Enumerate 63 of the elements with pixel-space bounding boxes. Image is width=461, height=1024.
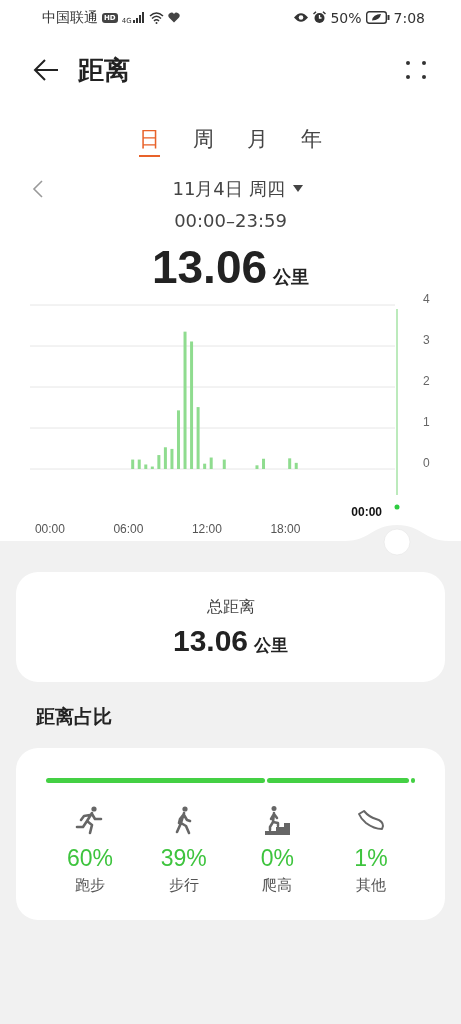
summary-label: 总距离 <box>206 596 255 618</box>
wifi-icon <box>148 11 164 24</box>
heart-icon <box>167 12 180 23</box>
share-percent: 60% <box>66 845 113 872</box>
distance-bar <box>294 462 298 469</box>
period-tab[interactable]: 年 <box>301 125 322 157</box>
date-dropdown[interactable]: 11月4日 周四 <box>158 177 303 201</box>
distance-bar <box>177 410 180 469</box>
activity-label: 步行 <box>168 876 199 895</box>
runner-icon <box>75 805 105 835</box>
activity-label: 爬高 <box>262 876 293 895</box>
share-percent: 39% <box>160 845 207 872</box>
battery-icon <box>365 11 390 24</box>
total-distance-value: 13.06 <box>151 240 268 294</box>
eye-icon <box>293 12 310 23</box>
previous-icon[interactable] <box>32 180 44 198</box>
x-axis-label: 18:00 <box>270 522 301 536</box>
distance-bar <box>137 459 141 469</box>
distance-bar <box>203 463 207 469</box>
activity-label: 其他 <box>355 876 386 895</box>
period-tab[interactable]: 周 <box>193 125 214 157</box>
summary-unit: 公里 <box>254 633 289 657</box>
y-axis-label: 1 <box>423 415 430 429</box>
distance-bar <box>150 466 154 469</box>
distance-bar <box>288 458 292 469</box>
distance-bar <box>222 459 226 469</box>
distance-bar <box>262 458 265 469</box>
distance-bar <box>196 407 200 469</box>
distance-bar <box>209 457 213 469</box>
more-icon[interactable] <box>405 60 427 80</box>
period-tab[interactable]: 月 <box>247 125 268 157</box>
activity-label: 跑步 <box>75 876 105 895</box>
battery-percent: 50% <box>330 9 362 26</box>
distance-bar <box>157 455 161 469</box>
signal-icon <box>132 12 145 23</box>
y-axis-label: 4 <box>423 292 430 306</box>
share-percent: 0% <box>260 845 294 872</box>
clock-time: 7:08 <box>393 9 425 26</box>
summary-value: 13.06 <box>172 623 249 658</box>
section-title: 距离占比 <box>35 704 113 729</box>
distance-bar <box>163 447 167 469</box>
share-percent: 1% <box>354 845 388 872</box>
stair-climber-icon <box>262 805 293 835</box>
back-arrow-icon[interactable] <box>32 58 60 82</box>
x-axis-label: 12:00 <box>191 522 222 536</box>
distance-bar <box>131 459 135 469</box>
x-axis-label: 00:00 <box>34 522 65 536</box>
y-axis-label: 3 <box>423 333 430 347</box>
y-axis-label: 0 <box>423 456 430 470</box>
distance-bar <box>144 464 148 469</box>
distance-unit: 公里 <box>273 265 310 289</box>
time-range: 00:00–23:59 <box>173 210 288 233</box>
distance-bar <box>255 465 259 469</box>
share-segment <box>411 778 415 783</box>
carrier-name: 中国联通 <box>42 8 98 27</box>
cursor-time: 00:00 <box>351 505 382 519</box>
alarm-icon <box>313 11 327 24</box>
page-title: 距离 <box>78 53 130 87</box>
y-axis-label: 2 <box>423 374 430 388</box>
cursor-dot <box>394 504 400 510</box>
caret-icon <box>292 185 303 193</box>
distance-bar <box>170 448 174 469</box>
x-axis-label: 06:00 <box>113 522 144 536</box>
